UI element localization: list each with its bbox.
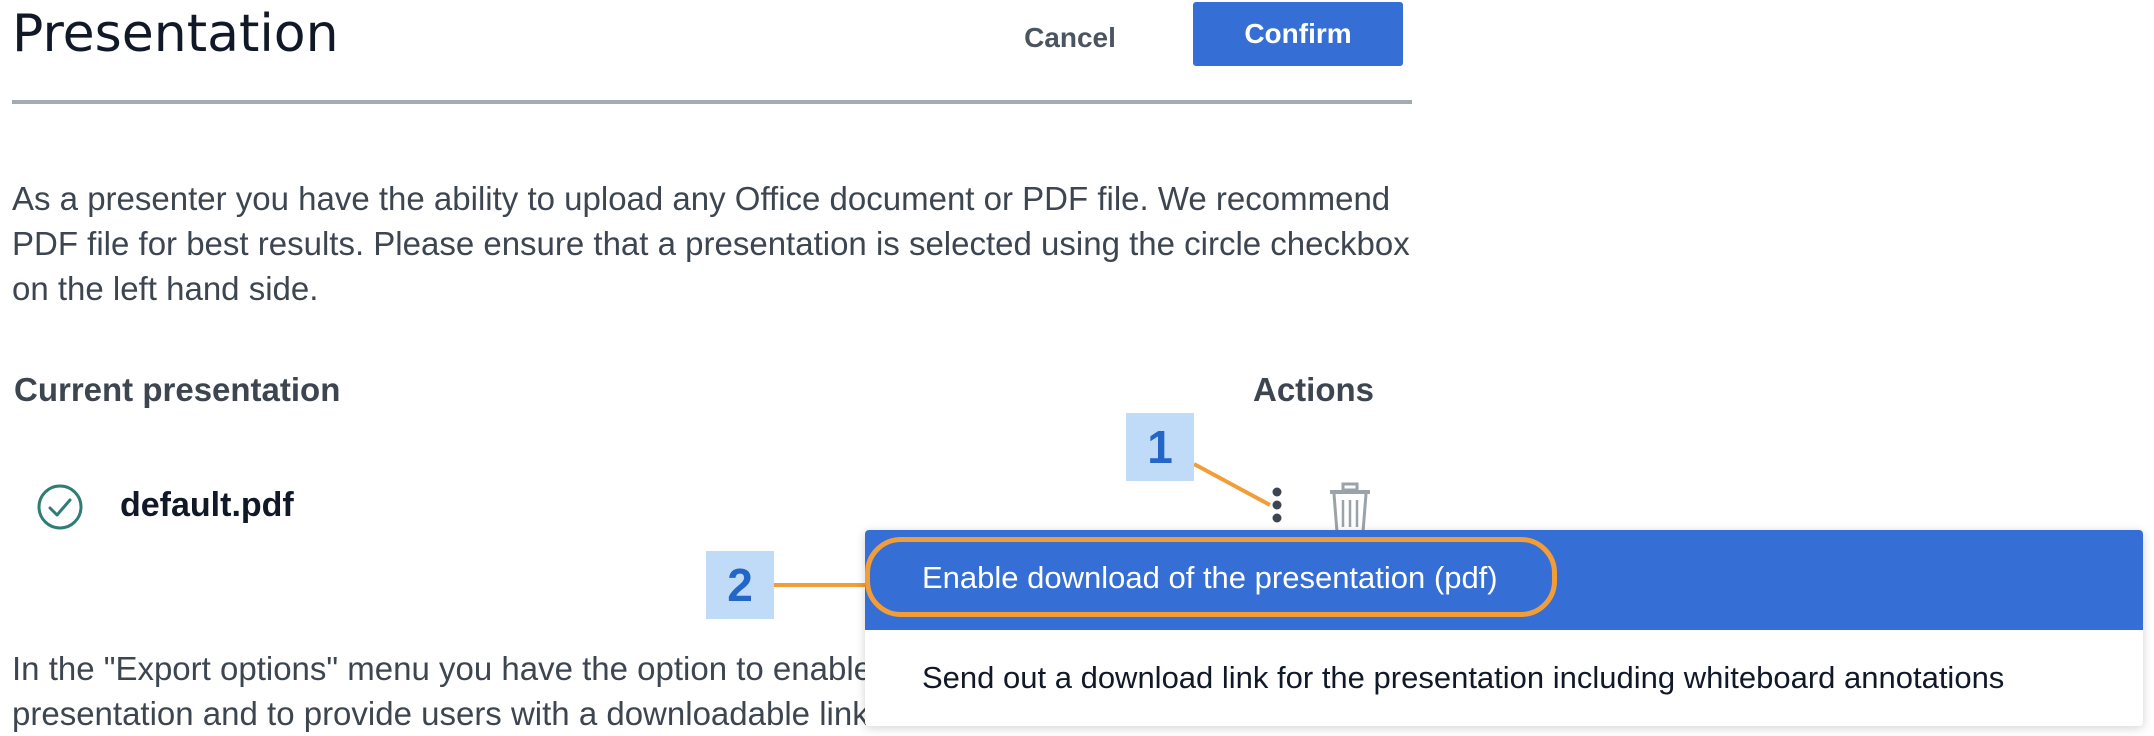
intro-text: As a presenter you have the ability to u… [12,180,1410,307]
more-vertical-icon[interactable] [1262,484,1292,534]
menu-item-label: Enable download of the presentation (pdf… [922,560,1498,595]
presentation-file-name: default.pdf [120,486,294,524]
trash-icon[interactable] [1328,482,1372,536]
menu-item-send-download-link[interactable]: Send out a download link for the present… [865,630,2143,726]
menu-item-label: Send out a download link for the present… [922,660,2005,695]
menu-item-enable-download[interactable]: Enable download of the presentation (pdf… [865,530,2143,630]
column-header-actions: Actions [1253,371,1375,408]
confirm-button[interactable]: Confirm [1193,2,1403,66]
column-header-current-presentation: Current presentation [14,371,341,408]
export-options-menu: Enable download of the presentation (pdf… [865,530,2143,726]
header-divider [12,100,1412,104]
callout-badge-2: 2 [706,551,774,619]
page-title: Presentation [12,4,339,64]
callout-badge-1: 1 [1126,413,1194,481]
check-circle-icon[interactable] [36,483,84,531]
cancel-button[interactable]: Cancel [1010,10,1130,66]
